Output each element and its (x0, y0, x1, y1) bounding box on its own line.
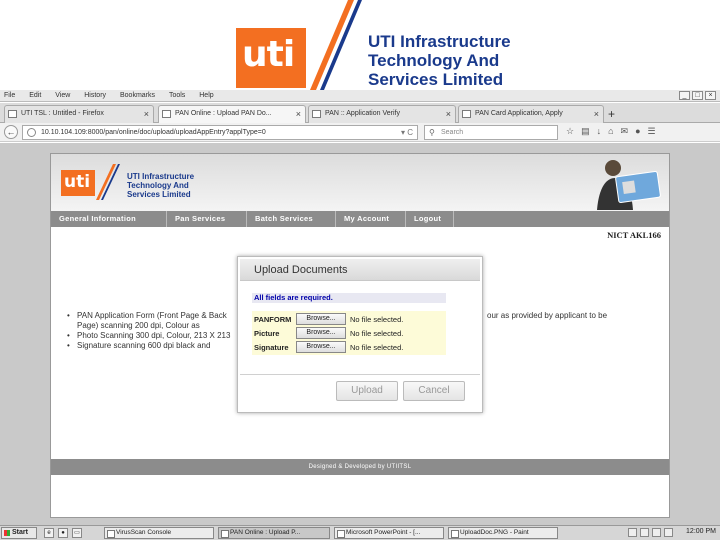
field-label: PANFORM (254, 315, 292, 324)
field-label: Picture (254, 329, 280, 338)
url-bar[interactable]: 10.10.104.109:8000/pan/online/doc/upload… (22, 125, 418, 140)
menu-tools[interactable]: Tools (169, 92, 185, 99)
close-window-button[interactable]: × (705, 91, 716, 100)
page-icon (8, 110, 17, 118)
slide-header: uti UTI Infrastructure Technology And Se… (0, 0, 720, 90)
required-note: All fields are required. (252, 293, 446, 303)
minimize-button[interactable]: _ (679, 91, 690, 100)
task-powerpoint[interactable]: Microsoft PowerPoint - [... (334, 527, 444, 539)
home-icon[interactable]: ⌂ (608, 126, 613, 137)
menu-view[interactable]: View (55, 92, 70, 99)
field-panform: PANFORM Browse... No file selected. (252, 313, 446, 326)
user-id: NICT AKL166 (607, 230, 661, 240)
window-controls: _ □ × (679, 91, 716, 100)
search-input[interactable]: ⚲ Search (424, 125, 558, 140)
menu-bookmarks[interactable]: Bookmarks (120, 92, 155, 99)
menu-edit[interactable]: Edit (29, 92, 41, 99)
list-item: Signature scanning 600 dpi black and whi… (65, 341, 231, 351)
task-virusscan[interactable]: VirusScan Console (104, 527, 214, 539)
menu-help[interactable]: Help (199, 92, 213, 99)
instructions-continuation: our as provided by applicant to be (487, 311, 608, 320)
field-label: Signature (254, 343, 289, 352)
dialog-title: Upload Documents (254, 264, 348, 276)
nav-batch-services[interactable]: Batch Services (247, 211, 336, 227)
logo-stripes-icon (96, 164, 120, 200)
close-tab-icon[interactable]: × (144, 106, 149, 122)
tab-uti-tsl[interactable]: UTI TSL : Untitled - Firefox × (4, 105, 154, 123)
start-button[interactable]: Start (1, 527, 37, 539)
dialog-title-bar: Upload Documents (240, 259, 480, 281)
new-tab-button[interactable]: + (608, 107, 615, 121)
tab-pan-upload[interactable]: PAN Online : Upload PAN Do... × (158, 105, 306, 123)
upload-fields: PANFORM Browse... No file selected. Pict… (252, 311, 446, 355)
list-item: Photo Scanning 300 dpi, Colour, 213 X 21… (65, 331, 231, 341)
tab-bar: UTI TSL : Untitled - Firefox × PAN Onlin… (0, 103, 720, 123)
tray-icon[interactable] (664, 528, 673, 537)
task-paint[interactable]: UploadDoc.PNG - Paint (448, 527, 558, 539)
menu-file[interactable]: File (4, 92, 15, 99)
addon-icon[interactable]: ● (635, 126, 640, 137)
nav-my-account[interactable]: My Account (336, 211, 406, 227)
browse-picture-button[interactable]: Browse... (296, 327, 346, 339)
site-header: uti UTI Infrastructure Technology And Se… (51, 154, 669, 211)
chrome-icon[interactable]: ● (58, 528, 68, 538)
file-status: No file selected. (350, 343, 404, 352)
browse-panform-button[interactable]: Browse... (296, 313, 346, 325)
pan-card-person-image (597, 160, 661, 210)
tab-pan-verify[interactable]: PAN :: Application Verify × (308, 105, 456, 123)
company-name: UTI Infrastructure Technology And Servic… (368, 32, 511, 89)
clock: 12:00 PM (686, 528, 716, 535)
site-company-name: UTI Infrastructure Technology And Servic… (127, 172, 195, 199)
chat-icon[interactable]: ✉ (621, 126, 629, 137)
close-tab-icon[interactable]: × (446, 106, 451, 122)
list-item: PAN Application Form (Front Page & Back … (65, 311, 231, 331)
taskbar: Start e ● ▭ VirusScan Console PAN Online… (0, 525, 720, 540)
site-nav: General Information Pan Services Batch S… (51, 211, 669, 227)
browse-signature-button[interactable]: Browse... (296, 341, 346, 353)
back-button[interactable]: ← (4, 125, 18, 139)
system-tray (628, 528, 673, 537)
menu-history[interactable]: History (84, 92, 106, 99)
dropdown-icon[interactable]: ▾ C (401, 126, 413, 139)
page-icon (462, 110, 471, 118)
nav-pan-services[interactable]: Pan Services (167, 211, 247, 227)
folder-icon[interactable]: ▭ (72, 528, 82, 538)
download-icon[interactable]: ↓ (597, 126, 602, 137)
tab-pan-card[interactable]: PAN Card Application, Apply × (458, 105, 604, 123)
site-logo: uti (61, 170, 95, 196)
menu-icon[interactable]: ☰ (648, 126, 656, 137)
search-icon: ⚲ (429, 128, 435, 137)
ie-icon[interactable]: e (44, 528, 54, 538)
upload-button[interactable]: Upload (336, 381, 398, 401)
close-tab-icon[interactable]: × (594, 106, 599, 122)
file-status: No file selected. (350, 329, 404, 338)
globe-icon (27, 128, 36, 137)
cancel-button[interactable]: Cancel (403, 381, 465, 401)
dialog-divider (240, 374, 480, 375)
tray-icon[interactable] (640, 528, 649, 537)
upload-documents-dialog: Upload Documents All fields are required… (237, 256, 483, 413)
task-firefox[interactable]: PAN Online : Upload P... (218, 527, 330, 539)
maximize-button[interactable]: □ (692, 91, 703, 100)
navigation-bar: ← 10.10.104.109:8000/pan/online/doc/uplo… (0, 123, 720, 142)
bookmarks-icon[interactable]: ▤ (581, 126, 590, 137)
uti-logo: uti (236, 28, 306, 88)
page-icon (312, 110, 321, 118)
toolbar-icons: ☆ ▤ ↓ ⌂ ✉ ● ☰ (566, 126, 656, 137)
nav-general-information[interactable]: General Information (51, 211, 167, 227)
field-signature: Signature Browse... No file selected. (252, 341, 446, 354)
star-icon[interactable]: ☆ (566, 126, 574, 137)
site-footer: Designed & Developed by UTIITSL (51, 459, 669, 475)
tray-icon[interactable] (628, 528, 637, 537)
browser-menubar: File Edit View History Bookmarks Tools H… (0, 90, 720, 102)
nav-logout[interactable]: Logout (406, 211, 454, 227)
field-picture: Picture Browse... No file selected. (252, 327, 446, 340)
page-icon (162, 110, 171, 118)
logo-stripes-icon (310, 0, 362, 90)
tray-icon[interactable] (652, 528, 661, 537)
close-tab-icon[interactable]: × (296, 106, 301, 122)
file-status: No file selected. (350, 315, 404, 324)
